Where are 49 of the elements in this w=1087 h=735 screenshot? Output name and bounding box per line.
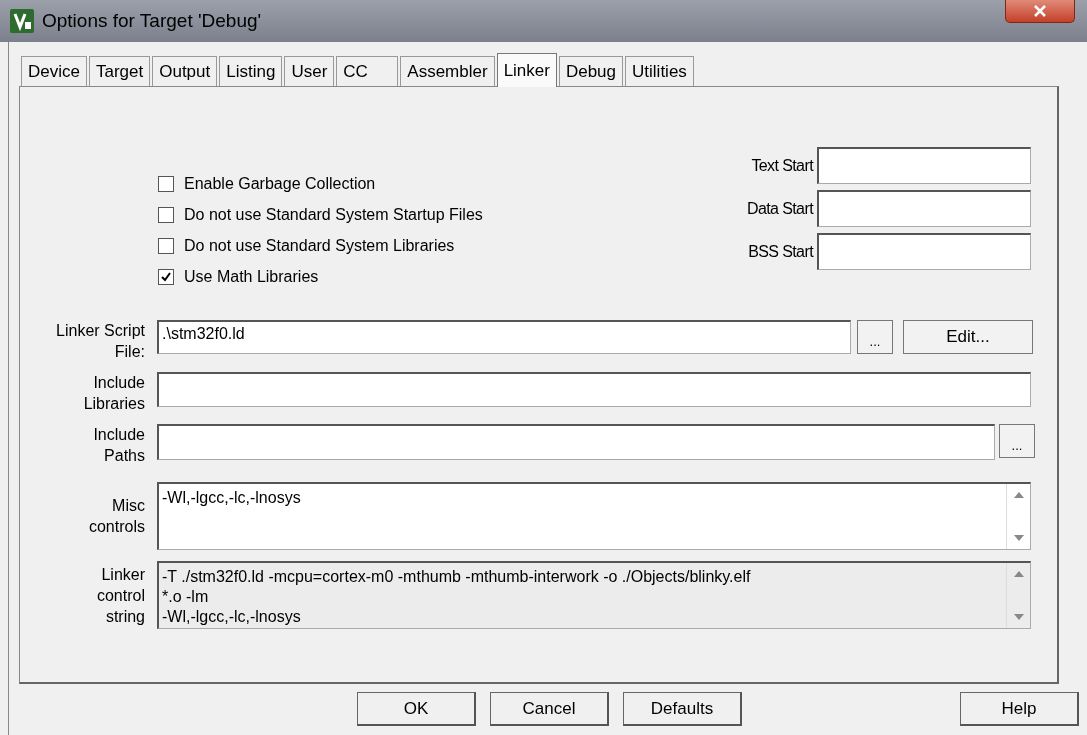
misc-controls-field[interactable]: -Wl,-lgcc,-lc,-lnosys <box>157 482 1031 550</box>
checkbox[interactable] <box>158 176 174 192</box>
scroll-down-icon[interactable] <box>1013 535 1024 541</box>
browse-button[interactable]: ... <box>857 320 893 354</box>
window-title: Options for Target 'Debug' <box>42 10 262 32</box>
tab[interactable]: Debug <box>558 56 624 86</box>
tab[interactable]: Assembler <box>400 56 495 86</box>
field-label: Data Start <box>746 199 813 218</box>
tab[interactable]: Target <box>88 56 151 86</box>
tab[interactable]: Listing <box>219 56 283 86</box>
checkbox[interactable] <box>158 238 174 254</box>
checkbox-label: Use Math Libraries <box>184 268 319 286</box>
linker-script-field[interactable]: .\stm32f0.ld <box>157 320 851 354</box>
cancel-button[interactable]: Cancel <box>490 692 609 726</box>
address-field[interactable] <box>817 147 1031 184</box>
linker-control-string-field: -T ./stm32f0.ld -mcpu=cortex-m0 -mthumb -mthumb-interwork -o ./Objects/blinky.elf *.o -lm -Wl,-lgcc,-lc,-lnosys <box>157 561 1031 629</box>
include-libraries-field[interactable] <box>157 372 1031 407</box>
checkbox[interactable] <box>158 207 174 223</box>
tab[interactable]: Utilities <box>625 56 694 86</box>
help-button[interactable]: Help <box>960 692 1079 726</box>
tab[interactable]: Output <box>152 56 218 86</box>
tab[interactable]: Linker <box>496 53 557 87</box>
checkbox-label: Enable Garbage Collection <box>184 175 376 193</box>
browse-button[interactable]: ... <box>999 424 1035 458</box>
tab[interactable]: Device <box>21 56 87 86</box>
checkbox-label: Do not use Standard System Startup Files <box>184 206 483 224</box>
field-label: Include Libraries <box>82 373 146 414</box>
app-icon <box>10 9 34 33</box>
field-label: Linker control string <box>95 564 146 627</box>
scroll-up-icon[interactable] <box>1013 571 1024 577</box>
tab[interactable]: CC <box>336 56 399 86</box>
scroll-up-icon[interactable] <box>1013 492 1024 498</box>
address-field[interactable] <box>817 233 1031 270</box>
scroll-down-icon[interactable] <box>1013 614 1024 620</box>
close-icon <box>1033 5 1047 17</box>
tab[interactable]: User <box>284 56 335 86</box>
defaults-button[interactable]: Defaults <box>623 692 742 726</box>
checkbox-label: Do not use Standard System Libraries <box>184 237 455 255</box>
field-label: Include Paths <box>92 425 146 466</box>
close-button[interactable] <box>1005 0 1075 23</box>
edit-button[interactable]: Edit... <box>903 320 1033 354</box>
field-label: BSS Start <box>748 242 813 261</box>
address-field[interactable] <box>817 190 1031 227</box>
field-label: Text Start <box>751 156 813 175</box>
field-label: Linker Script File: <box>55 321 146 362</box>
field-label: Misc controls <box>87 496 146 537</box>
include-paths-field[interactable] <box>157 424 995 460</box>
checkbox[interactable] <box>158 269 174 285</box>
ok-button[interactable]: OK <box>357 692 476 726</box>
